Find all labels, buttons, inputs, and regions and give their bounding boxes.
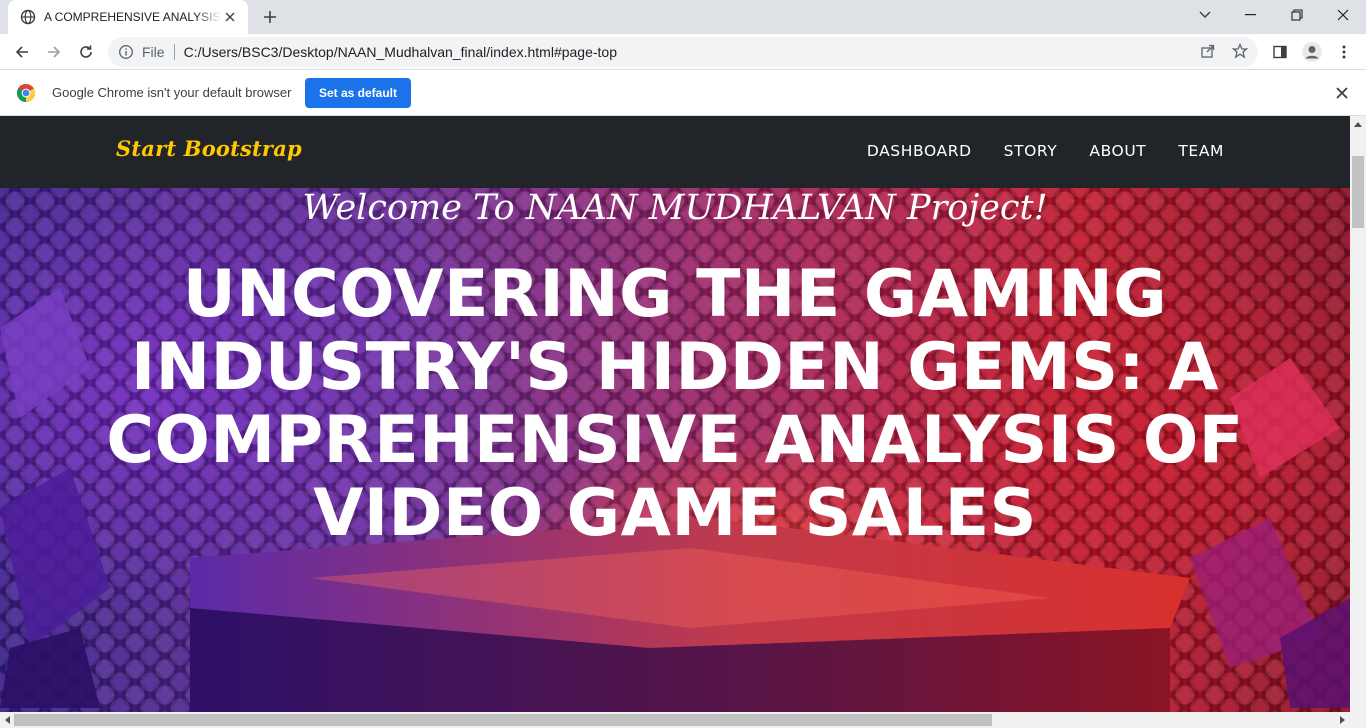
- minimize-button[interactable]: [1228, 0, 1274, 30]
- forward-button[interactable]: [40, 38, 68, 66]
- vertical-scroll-thumb[interactable]: [1352, 156, 1364, 228]
- tab-strip: A COMPREHENSIVE ANALYSIS OF VIDEO GAME S…: [0, 0, 1366, 34]
- hero-welcome-text: Welcome To NAAN MUDHALVAN Project!: [302, 188, 1048, 228]
- set-as-default-button[interactable]: Set as default: [305, 78, 411, 108]
- close-infobar-icon[interactable]: [1332, 83, 1352, 103]
- share-icon[interactable]: [1198, 41, 1218, 61]
- default-browser-infobar: Google Chrome isn't your default browser…: [0, 70, 1366, 116]
- scroll-left-arrow-icon[interactable]: [4, 716, 10, 724]
- tab-search-icon[interactable]: [1182, 0, 1228, 30]
- chrome-logo-icon: [16, 83, 36, 103]
- address-bar[interactable]: File C:/Users/BSC3/Desktop/NAAN_Mudhalva…: [108, 37, 1258, 67]
- reload-button[interactable]: [72, 38, 100, 66]
- chrome-menu-icon[interactable]: [1330, 38, 1358, 66]
- profile-avatar-icon[interactable]: [1298, 38, 1326, 66]
- nav-story-link[interactable]: STORY: [1004, 142, 1058, 160]
- nav-about-link[interactable]: ABOUT: [1089, 142, 1146, 160]
- hero-headline: UNCOVERING THE GAMING INDUSTRY'S HIDDEN …: [106, 257, 1244, 551]
- close-tab-icon[interactable]: [222, 9, 238, 25]
- site-brand-link[interactable]: Start Bootstrap: [116, 136, 302, 161]
- address-separator: [173, 44, 175, 60]
- browser-toolbar: File C:/Users/BSC3/Desktop/NAAN_Mudhalva…: [0, 34, 1366, 70]
- close-window-button[interactable]: [1320, 0, 1366, 30]
- address-url[interactable]: C:/Users/BSC3/Desktop/NAAN_Mudhalvan_fin…: [184, 44, 617, 60]
- page-viewport: Start Bootstrap DASHBOARD STORY ABOUT TE…: [0, 116, 1350, 712]
- side-panel-icon[interactable]: [1266, 38, 1294, 66]
- scroll-right-arrow-icon[interactable]: [1340, 716, 1346, 724]
- restore-button[interactable]: [1274, 0, 1320, 30]
- site-nav-links: DASHBOARD STORY ABOUT TEAM: [867, 142, 1224, 160]
- site-navbar: Start Bootstrap DASHBOARD STORY ABOUT TE…: [0, 116, 1350, 188]
- back-button[interactable]: [8, 38, 36, 66]
- infobar-message: Google Chrome isn't your default browser: [52, 85, 292, 100]
- site-info-icon[interactable]: [118, 44, 134, 60]
- horizontal-scrollbar[interactable]: [0, 712, 1366, 728]
- globe-icon: [20, 9, 36, 25]
- hero-section: Welcome To NAAN MUDHALVAN Project! UNCOV…: [0, 188, 1350, 712]
- bookmark-star-icon[interactable]: [1230, 41, 1250, 61]
- browser-tab[interactable]: A COMPREHENSIVE ANALYSIS OF VIDEO GAME S…: [8, 0, 248, 34]
- vertical-scrollbar[interactable]: [1350, 116, 1366, 712]
- new-tab-button[interactable]: [258, 6, 282, 28]
- nav-team-link[interactable]: TEAM: [1178, 142, 1224, 160]
- address-scheme: File: [142, 44, 165, 60]
- nav-dashboard-link[interactable]: DASHBOARD: [867, 142, 972, 160]
- scroll-up-arrow-icon[interactable]: [1354, 121, 1362, 127]
- tab-title: A COMPREHENSIVE ANALYSIS OF VIDEO GAME S…: [44, 10, 222, 24]
- horizontal-scroll-thumb[interactable]: [14, 714, 992, 726]
